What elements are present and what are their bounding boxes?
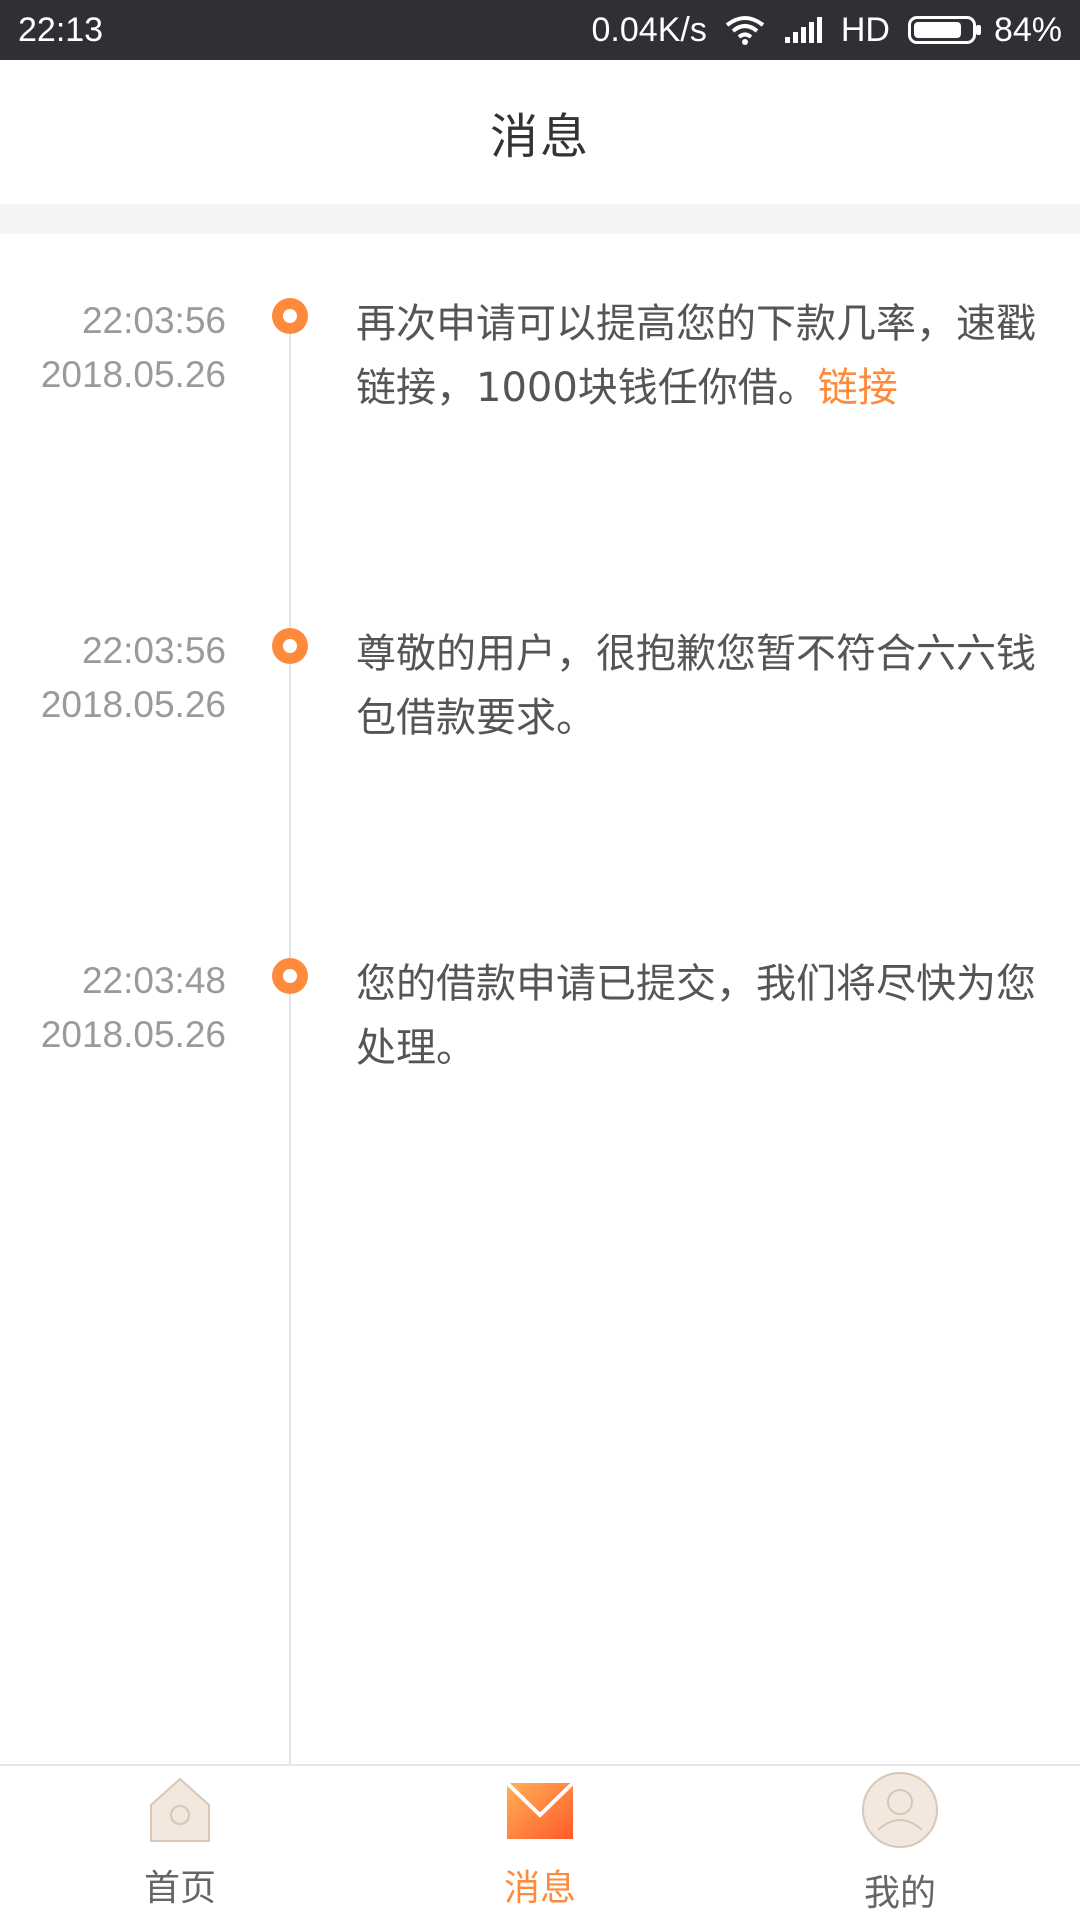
- timeline-dot: [272, 628, 308, 664]
- battery-fill: [913, 22, 961, 38]
- message-text: 尊敬的用户，很抱歉您暂不符合六六钱包借款要求。: [356, 622, 1036, 750]
- status-time: 22:13: [18, 10, 104, 49]
- timeline-dot: [272, 958, 308, 994]
- app-header: 消息: [0, 60, 1080, 204]
- message-time: 22:03:56: [81, 630, 226, 671]
- header-separator: [0, 204, 1080, 234]
- message-time: 22:03:56: [81, 300, 226, 341]
- bottom-tab-bar: 首页 消息 我的: [0, 1764, 1080, 1920]
- timeline-dot: [272, 298, 308, 334]
- page-title: 消息: [489, 109, 590, 165]
- message-timestamp: 22:03:56 2018.05.26: [0, 624, 226, 732]
- message-body: 您的借款申请已提交，我们将尽快为您处理。: [356, 961, 1036, 1071]
- network-type: HD: [840, 10, 890, 49]
- message-body: 再次申请可以提高您的下款几率，速戳 链接，1000块钱任你借。: [356, 301, 1036, 411]
- timeline-line: [289, 314, 291, 1764]
- message-timestamp: 22:03:48 2018.05.26: [0, 954, 226, 1062]
- message-link[interactable]: 链接: [818, 365, 898, 411]
- status-bar: 22:13 0.04K/s HD 84%: [0, 0, 1080, 60]
- home-icon: [145, 1775, 215, 1849]
- tab-label: 消息: [503, 1868, 576, 1909]
- tab-label: 我的: [863, 1873, 936, 1914]
- tab-profile[interactable]: 我的: [720, 1766, 1080, 1920]
- network-speed: 0.04K/s: [591, 10, 707, 49]
- battery-icon: [907, 16, 981, 44]
- message-time: 22:03:48: [81, 960, 226, 1001]
- message-timestamp: 22:03:56 2018.05.26: [0, 294, 226, 402]
- battery-percent: 84%: [993, 10, 1062, 49]
- message-body: 尊敬的用户，很抱歉您暂不符合六六钱包借款要求。: [356, 631, 1036, 741]
- mail-icon: [505, 1775, 575, 1849]
- tab-home[interactable]: 首页: [0, 1766, 360, 1920]
- signal-icon: [783, 15, 823, 45]
- message-text: 您的借款申请已提交，我们将尽快为您处理。: [356, 952, 1036, 1080]
- profile-icon: [860, 1770, 940, 1854]
- tab-label: 首页: [143, 1868, 216, 1909]
- status-right: 0.04K/s HD 84%: [592, 11, 1062, 50]
- message-timeline: 22:03:56 2018.05.26 再次申请可以提高您的下款几率，速戳 链接…: [0, 234, 1080, 1764]
- wifi-icon: [725, 15, 765, 45]
- tab-messages[interactable]: 消息: [360, 1766, 720, 1920]
- message-text: 再次申请可以提高您的下款几率，速戳 链接，1000块钱任你借。链接: [356, 292, 1036, 420]
- message-date: 2018.05.26: [40, 354, 226, 395]
- message-date: 2018.05.26: [40, 1014, 226, 1055]
- message-date: 2018.05.26: [40, 684, 226, 725]
